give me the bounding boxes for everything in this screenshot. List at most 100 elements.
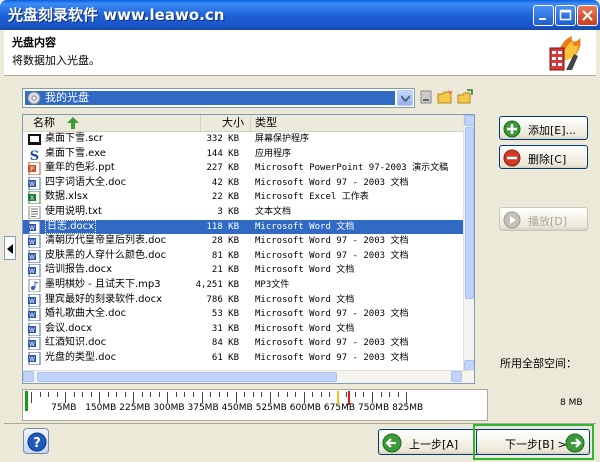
delete-button[interactable]: 删除[C] bbox=[499, 145, 588, 169]
text-icon bbox=[28, 205, 41, 220]
column-name[interactable]: 名称 bbox=[23, 115, 201, 131]
capacity-tick bbox=[150, 392, 152, 397]
close-button[interactable] bbox=[577, 5, 598, 26]
file-name: 会议.docx bbox=[45, 322, 93, 334]
file-name: 红酒知识.doc bbox=[45, 337, 107, 349]
file-type: Microsoft Word 97 - 2003 文档 bbox=[255, 309, 409, 320]
scroll-right-button[interactable] bbox=[451, 371, 462, 382]
capacity-tick bbox=[99, 392, 101, 403]
file-row[interactable]: W 清朝历代皇帝皇后列表.doc 28 KB Microsoft Word 97 - … bbox=[23, 234, 465, 249]
maximize-button[interactable] bbox=[555, 5, 576, 26]
word-icon: W bbox=[28, 307, 41, 322]
folder-up-icon[interactable] bbox=[457, 89, 473, 108]
add-button[interactable]: 添加[E]... bbox=[499, 116, 588, 140]
scroll-left-button[interactable] bbox=[23, 371, 34, 382]
vertical-scroll-thumb[interactable] bbox=[465, 127, 474, 299]
capacity-scale-label: 450MB bbox=[221, 403, 253, 413]
add-button-label: 添加[E]... bbox=[528, 124, 577, 137]
file-row[interactable]: 墨明棋妙 - 且试天下.mp3 4,251 KB MP3文件 bbox=[23, 278, 465, 293]
capacity-tick bbox=[227, 392, 229, 397]
file-row[interactable]: W 光盘的类型.doc 61 KB Microsoft Word 97 - 2003 … bbox=[23, 351, 465, 366]
svg-text:W: W bbox=[29, 356, 35, 363]
file-row[interactable]: W 狸宾最好的刻录软件.docx 786 KB Microsoft Word 文档 bbox=[23, 293, 465, 308]
audio-icon bbox=[28, 278, 41, 293]
horizontal-scroll-thumb[interactable] bbox=[37, 372, 337, 382]
disc-select[interactable]: 我的光盘 bbox=[22, 88, 415, 108]
file-name: 桌面下雪.scr bbox=[45, 133, 103, 144]
capacity-used-fill bbox=[25, 391, 28, 411]
file-type: Microsoft Excel 工作表 bbox=[255, 192, 369, 203]
file-name: 使用说明.txt bbox=[45, 205, 102, 217]
file-row[interactable]: 使用说明.txt 3 KB 文本文档 bbox=[23, 205, 465, 220]
new-folder-icon[interactable] bbox=[437, 89, 453, 108]
column-type[interactable]: 类型 bbox=[251, 115, 465, 131]
capacity-tick bbox=[312, 392, 314, 397]
file-row[interactable]: P 童年的色彩.ppt 227 KB Microsoft PowerPoint 97-… bbox=[23, 161, 465, 176]
capacity-tick bbox=[201, 392, 203, 403]
file-row[interactable]: W 四字词语大全.doc 42 KB Microsoft Word 97 - 2003… bbox=[23, 176, 465, 191]
capacity-tick bbox=[303, 392, 305, 403]
file-size: 22 KB bbox=[211, 192, 239, 203]
capacity-tick bbox=[261, 392, 263, 397]
app-icon: S bbox=[28, 147, 41, 164]
capacity-tick bbox=[65, 392, 67, 403]
capacity-tick bbox=[269, 392, 271, 403]
minimize-button[interactable] bbox=[533, 5, 554, 26]
sort-ascending-icon bbox=[67, 117, 79, 132]
file-name: 墨明棋妙 - 且试天下.mp3 bbox=[45, 278, 161, 290]
capacity-tick bbox=[397, 392, 399, 397]
file-row[interactable]: 桌面下雪.scr 332 KB 屏幕保护程序 bbox=[23, 132, 465, 147]
file-row[interactable]: S 桌面下雪.exe 144 KB 应用程序 bbox=[23, 147, 465, 164]
capacity-scale-label: 75MB bbox=[51, 403, 77, 413]
capacity-scale-label: 675MB bbox=[323, 403, 356, 413]
column-size[interactable]: 大小 bbox=[201, 115, 251, 131]
next-arrow-icon bbox=[565, 433, 585, 456]
capacity-tick bbox=[184, 392, 186, 397]
disc-properties-icon[interactable] bbox=[419, 89, 433, 108]
capacity-scale-label: 600MB bbox=[289, 403, 321, 413]
file-rows: 桌面下雪.scr 332 KB 屏幕保护程序 S 桌面下雪.exe 144 KB 应用程序 P… bbox=[23, 132, 465, 366]
file-row[interactable]: W 培训报告.docx 21 KB Microsoft Word 文档 bbox=[23, 263, 465, 278]
file-row[interactable]: W 日志.docx 118 KB Microsoft Word 文档 bbox=[23, 219, 465, 235]
play-button[interactable]: 播放[D] bbox=[499, 207, 588, 231]
capacity-tick bbox=[235, 392, 237, 403]
next-button[interactable]: 下一步[B] > bbox=[476, 429, 590, 455]
file-row[interactable]: W 会议.docx 31 KB Microsoft Word 文档 bbox=[23, 322, 465, 337]
play-icon bbox=[503, 211, 521, 232]
word-icon: W bbox=[28, 336, 41, 351]
delete-button-label: 删除[C] bbox=[528, 153, 567, 166]
capacity-tick bbox=[90, 392, 92, 397]
file-row[interactable]: X 数据.xlsx 22 KB Microsoft Excel 工作表 bbox=[23, 190, 465, 205]
help-button[interactable]: ? bbox=[23, 428, 49, 454]
capacity-scale-label: 525MB bbox=[255, 403, 287, 413]
file-row[interactable]: W 皮肤黑的人穿什么颜色.doc 81 KB Microsoft Word 97 - … bbox=[23, 249, 465, 264]
capacity-bar: 75MB 150MB 225MB 300MB 375MB 450MB 525MB 600MB 6… bbox=[22, 389, 488, 421]
svg-text:P: P bbox=[30, 166, 34, 173]
file-name: 培训报告.docx bbox=[45, 264, 113, 276]
file-size: 3 KB bbox=[217, 206, 239, 217]
collapse-panel-button[interactable] bbox=[4, 236, 16, 260]
file-name: 狸宾最好的刻录软件.docx bbox=[45, 293, 163, 305]
file-size: 118 KB bbox=[206, 221, 239, 232]
file-size: 42 KB bbox=[211, 177, 239, 188]
capacity-tick bbox=[320, 392, 322, 397]
horizontal-scrollbar[interactable] bbox=[23, 370, 474, 383]
capacity-tick bbox=[389, 392, 391, 397]
capacity-scale-label: 150MB bbox=[85, 403, 117, 413]
file-list[interactable]: 名称 大小 类型 桌面下雪.scr 332 KB 屏幕保护程序 S 桌面下雪.exe 14… bbox=[22, 114, 475, 384]
file-type: MP3文件 bbox=[255, 279, 290, 290]
vertical-scrollbar[interactable] bbox=[463, 115, 474, 371]
file-row[interactable]: W 婚礼歌曲大全.doc 53 KB Microsoft Word 97 - 2003… bbox=[23, 307, 465, 322]
chevron-down-icon[interactable] bbox=[397, 90, 413, 106]
file-size: 144 KB bbox=[206, 148, 239, 159]
capacity-tick bbox=[406, 392, 408, 403]
scroll-up-button[interactable] bbox=[464, 115, 474, 126]
file-name: 童年的色彩.ppt bbox=[45, 162, 115, 174]
title-bar[interactable]: 光盘刻录软件 www.leawo.cn bbox=[0, 0, 600, 30]
file-size: 53 KB bbox=[211, 309, 239, 320]
file-row[interactable]: W 红酒知识.doc 84 KB Microsoft Word 97 - 2003 文… bbox=[23, 336, 465, 351]
svg-text:W: W bbox=[29, 254, 35, 261]
next-button-label: 下一步[B] > bbox=[505, 438, 567, 451]
file-type: Microsoft Word 97 - 2003 文档 bbox=[255, 250, 409, 261]
plus-icon bbox=[503, 120, 521, 141]
